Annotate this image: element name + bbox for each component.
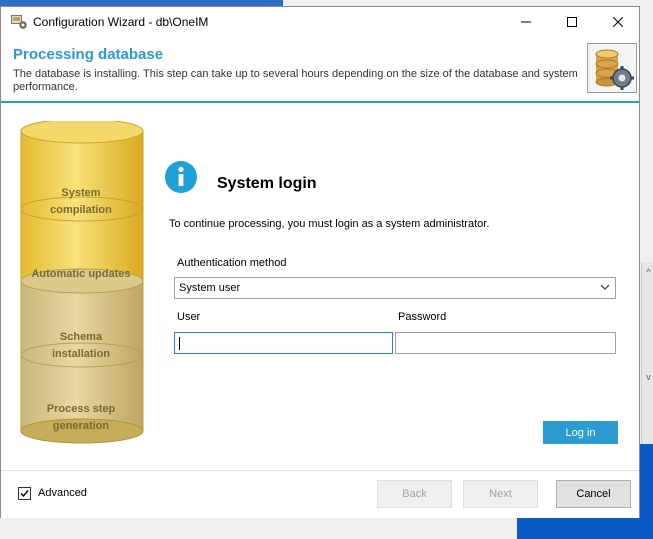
cancel-button[interactable]: Cancel xyxy=(556,480,631,508)
advanced-label: Advanced xyxy=(38,487,87,499)
login-button[interactable]: Log in xyxy=(543,421,618,444)
user-label: User xyxy=(177,311,201,323)
page-title: Processing database xyxy=(13,46,164,63)
wizard-header: Processing database The database is inst… xyxy=(1,37,639,101)
close-button[interactable] xyxy=(595,7,641,37)
chevron-down-icon xyxy=(600,284,610,290)
minimize-icon xyxy=(521,21,531,23)
minimize-button[interactable] xyxy=(503,7,549,37)
page-description: The database is installing. This step ca… xyxy=(13,68,578,93)
auth-method-label: Authentication method xyxy=(177,257,287,269)
configuration-wizard-window: Configuration Wizard - db\OneIM Processi… xyxy=(0,6,640,518)
close-icon xyxy=(613,17,623,27)
user-input[interactable] xyxy=(174,332,393,354)
step-system-compilation: System compilation xyxy=(50,187,112,216)
app-icon xyxy=(11,15,27,29)
advanced-checkbox[interactable] xyxy=(18,487,31,500)
background-chevron-down-icon: v xyxy=(646,372,651,382)
auth-method-select[interactable]: System user xyxy=(174,277,616,299)
login-message: To continue processing, you must login a… xyxy=(169,218,490,230)
step-process-step-generation: Process step generation xyxy=(46,403,116,432)
text-caret xyxy=(179,337,180,350)
wizard-footer xyxy=(1,470,639,518)
auth-method-value: System user xyxy=(179,282,241,294)
step-automatic-updates: Automatic updates xyxy=(31,268,131,280)
back-button[interactable]: Back xyxy=(377,480,452,508)
step-schema-installation: Schema installation xyxy=(51,331,111,360)
info-icon xyxy=(165,161,197,193)
database-gear-icon xyxy=(587,43,637,93)
window-title: Configuration Wizard - db\OneIM xyxy=(33,15,209,29)
background-scrollbar xyxy=(641,262,653,444)
title-bar[interactable]: Configuration Wizard - db\OneIM xyxy=(1,7,639,37)
checkmark-icon xyxy=(20,490,29,498)
background-chevron-up-icon: ^ xyxy=(646,267,651,277)
login-title: System login xyxy=(217,175,317,192)
maximize-icon xyxy=(567,17,577,27)
maximize-button[interactable] xyxy=(549,7,595,37)
next-button[interactable]: Next xyxy=(463,480,538,508)
password-input[interactable] xyxy=(395,332,616,354)
password-label: Password xyxy=(398,311,447,323)
